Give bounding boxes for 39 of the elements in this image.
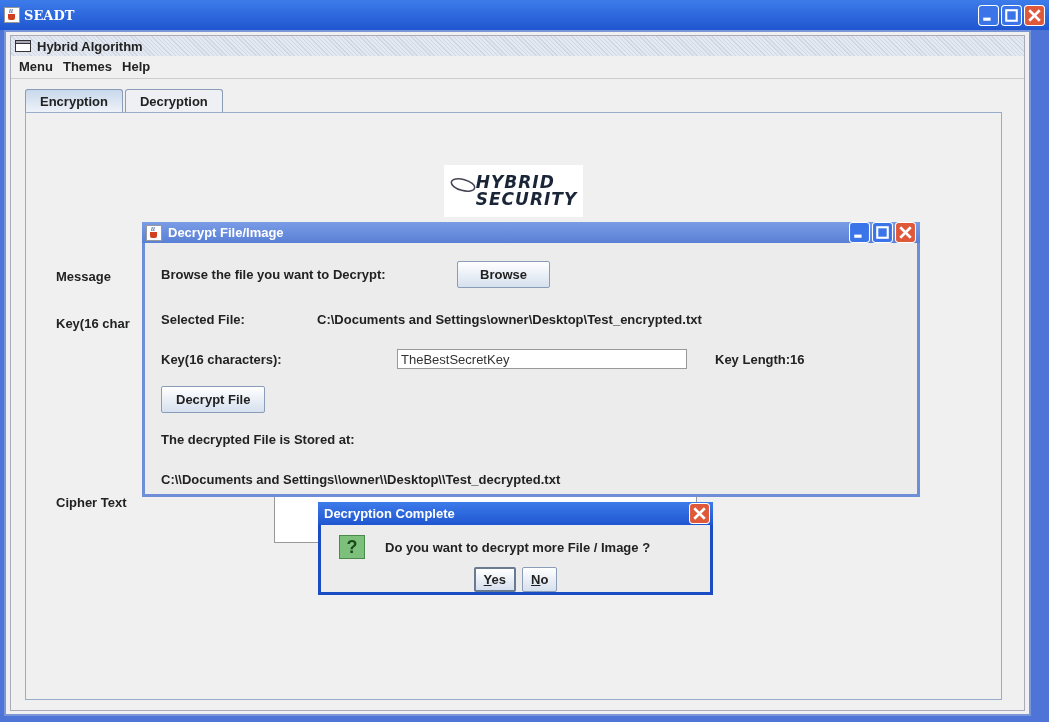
cipher-text-label: Cipher Text	[56, 494, 127, 510]
orbit-swoosh-icon	[449, 178, 476, 192]
dialog-button[interactable]: Yes	[473, 567, 517, 592]
menu-item[interactable]: Themes	[58, 59, 117, 75]
logo-text: HYBRID	[475, 174, 556, 191]
tab[interactable]: Decryption	[124, 89, 223, 112]
window-frame-icon	[15, 40, 31, 52]
menu-item[interactable]: Help	[118, 59, 155, 75]
window-title: SEADT	[24, 7, 76, 23]
menu-item[interactable]: Menu	[15, 59, 57, 75]
minimize-icon[interactable]	[978, 4, 999, 26]
decrypt-file-button[interactable]: Decrypt File	[161, 385, 266, 413]
dialog-title: Decryption Complete	[324, 506, 456, 521]
key-input-field[interactable]: TheBestSecretKey	[397, 349, 687, 369]
message-label: Message	[56, 269, 111, 284]
question-icon: ?	[339, 535, 365, 559]
dialog-button[interactable]: No	[522, 567, 558, 592]
stored-at-label: The decrypted File is Stored at:	[161, 431, 355, 447]
selected-file-label: Selected File:	[161, 311, 246, 327]
dialog-message: Do you want to decrypt more File / Image ?	[385, 539, 651, 555]
tab[interactable]: Encryption	[25, 89, 123, 112]
maximize-icon[interactable]	[872, 222, 893, 243]
key-label: Key(16 characters):	[161, 351, 283, 367]
decrypted-file-path: C:\\Documents and Settings\\owner\\Desktop\\Test_decrypted.txt	[161, 471, 561, 487]
key-length-label: Key Length:16	[715, 351, 805, 367]
minimize-icon[interactable]	[849, 222, 870, 243]
browse-label: Browse the file you want to Decrypt:	[161, 266, 387, 282]
coffee-cup-icon	[4, 7, 20, 23]
close-icon[interactable]	[1024, 4, 1045, 26]
key-label: Key(16 char	[56, 316, 130, 331]
maximize-icon[interactable]	[1001, 4, 1022, 26]
decrypt-window-title: Decrypt File/Image	[168, 225, 285, 240]
browse-button[interactable]: Browse	[457, 260, 550, 288]
selected-file-path: C:\Documents and Settings\owner\Desktop\Test_encrypted.txt	[317, 311, 702, 327]
coffee-cup-icon	[146, 224, 162, 241]
internal-frame-title: Hybrid Algorithm	[37, 38, 143, 54]
close-icon[interactable]	[689, 503, 710, 524]
logo-text: SECURITY	[475, 191, 578, 208]
close-icon[interactable]	[895, 222, 916, 243]
